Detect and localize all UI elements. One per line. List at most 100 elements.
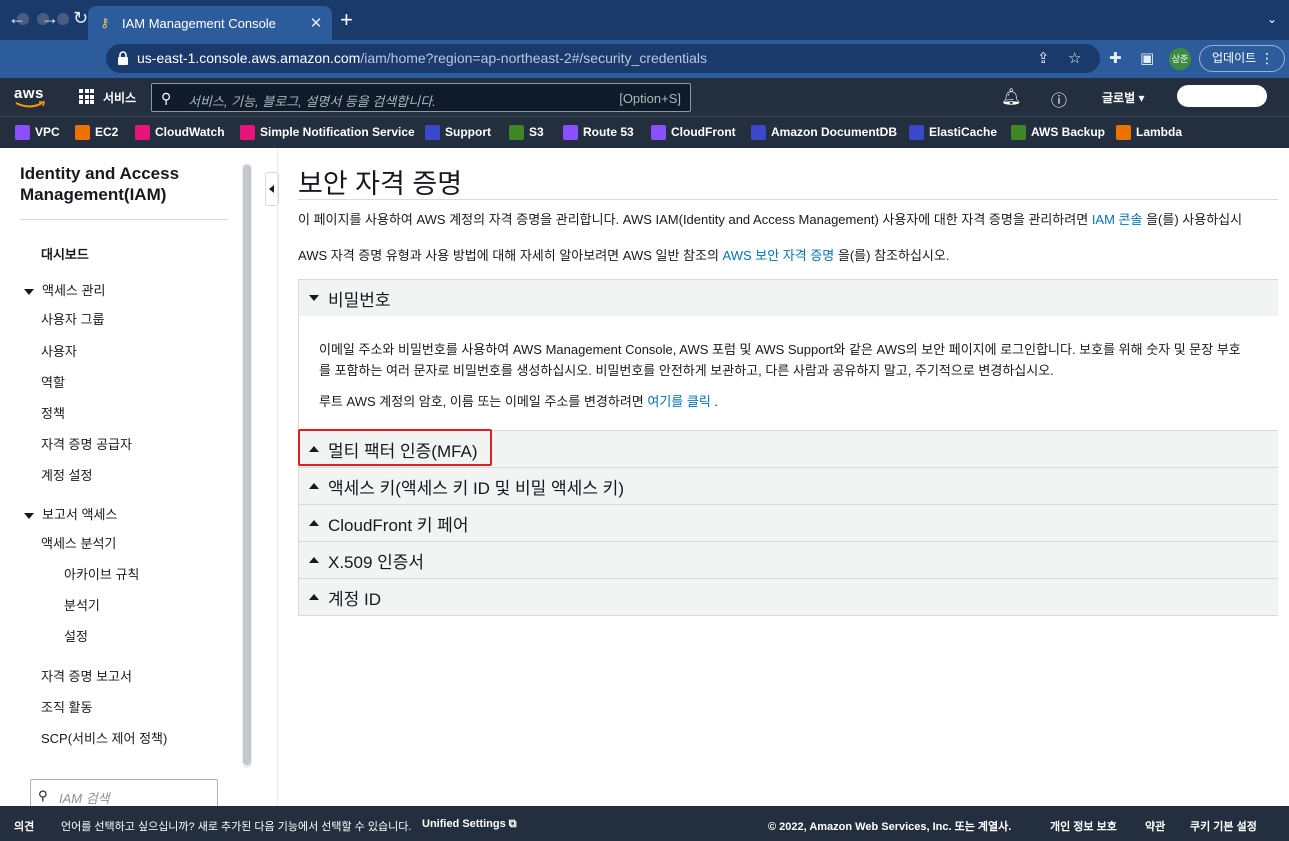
avatar[interactable]: 상준 xyxy=(1169,48,1191,70)
sidebar-item-account-settings[interactable]: 계정 설정 xyxy=(41,465,92,484)
favorite-elasticache[interactable]: ElastiCache xyxy=(909,123,997,141)
caret-right-icon xyxy=(309,557,319,563)
section-title: CloudFront 키 페어 xyxy=(328,515,469,535)
sidebar-scrollbar-thumb[interactable] xyxy=(243,165,251,765)
iam-search-input[interactable]: ⚲ IAM 검색 xyxy=(30,779,218,809)
new-tab-icon[interactable]: + xyxy=(340,9,353,31)
forward-arrow-icon[interactable]: → xyxy=(41,8,59,28)
cloudfront-keypairs-section-header[interactable]: CloudFront 키 페어 xyxy=(298,504,1278,542)
key-icon: ⚷ xyxy=(100,15,110,30)
sidebar-title: Identity and Access Management(IAM) xyxy=(20,164,180,204)
sidebar-item-settings[interactable]: 설정 xyxy=(64,626,88,645)
region-selector[interactable]: 글로벌 ▾ xyxy=(1102,89,1144,106)
favorite-support[interactable]: Support xyxy=(425,123,491,141)
favorite-route-53[interactable]: Route 53 xyxy=(563,123,634,141)
sidebar-item-dashboard[interactable]: 대시보드 xyxy=(41,244,89,263)
favorite-label: CloudWatch xyxy=(155,125,225,139)
sidepanel-icon[interactable]: ▣ xyxy=(1140,49,1154,67)
close-icon[interactable]: ✕ xyxy=(306,14,326,32)
title-divider xyxy=(298,199,1278,200)
service-icon xyxy=(240,124,255,140)
favorite-label: EC2 xyxy=(95,125,119,139)
reload-icon[interactable]: ↻ xyxy=(73,8,88,28)
caret-down-icon xyxy=(24,288,34,295)
favorite-aws-backup[interactable]: AWS Backup xyxy=(1011,123,1105,141)
update-label: 업데이트 xyxy=(1212,51,1257,65)
sidebar-item-roles[interactable]: 역할 xyxy=(41,372,65,391)
section-title: 액세스 키(액세스 키 ID 및 비밀 액세스 키) xyxy=(328,478,624,498)
region-label: 글로벌 xyxy=(1102,91,1136,105)
console-search-input[interactable]: ⚲ 서비스, 기능, 블로그, 설명서 등을 검색합니다. [Option+S] xyxy=(151,83,691,112)
cookie-preferences-link[interactable]: 쿠키 기본 설정 xyxy=(1190,818,1257,834)
share-icon[interactable]: ⇪ xyxy=(1037,49,1050,67)
url-text[interactable]: us-east-1.console.aws.amazon.com/iam/hom… xyxy=(137,50,707,66)
unified-settings-link[interactable]: Unified Settings ⧉ xyxy=(422,818,517,831)
search-icon: ⚲ xyxy=(161,90,172,106)
click-here-link[interactable]: 여기를 클릭 xyxy=(647,394,710,409)
service-icon xyxy=(651,124,666,140)
mfa-highlight-box xyxy=(298,429,492,466)
sidebar-item-user-groups[interactable]: 사용자 그룹 xyxy=(41,309,104,328)
service-icon xyxy=(509,124,524,140)
sidebar-item-policies[interactable]: 정책 xyxy=(41,403,65,422)
root-text: . xyxy=(710,394,719,409)
x509-section-header[interactable]: X.509 인증서 xyxy=(298,541,1278,579)
services-grid-icon[interactable] xyxy=(79,89,94,104)
caret-down-icon xyxy=(24,512,34,519)
favorite-cloudwatch[interactable]: CloudWatch xyxy=(135,123,225,141)
favorite-simple-notification-service[interactable]: Simple Notification Service xyxy=(240,123,415,141)
back-arrow-icon[interactable]: ← xyxy=(8,8,26,28)
sidebar-item-analyzers[interactable]: 분석기 xyxy=(64,595,100,614)
favorite-label: AWS Backup xyxy=(1031,125,1106,139)
bell-icon[interactable]: 🔔︎ xyxy=(1001,87,1021,107)
copyright: © 2022, Amazon Web Services, Inc. 또는 계열사… xyxy=(768,821,1012,833)
favorite-label: CloudFront xyxy=(671,125,736,139)
help-icon[interactable]: ⓘ xyxy=(1051,87,1067,111)
iam-search-placeholder: IAM 검색 xyxy=(59,791,110,806)
favorite-cloudfront[interactable]: CloudFront xyxy=(651,123,736,141)
sidebar xyxy=(0,148,256,806)
intro-text: 을(를) 사용하십시 xyxy=(1142,212,1243,227)
sidebar-item-scp[interactable]: SCP(서비스 제어 정책) xyxy=(41,728,167,747)
service-icon xyxy=(15,124,30,140)
root-account-change-text: 루트 AWS 계정의 암호, 이름 또는 이메일 주소를 변경하려면 여기를 클… xyxy=(319,391,718,410)
services-menu[interactable]: 서비스 xyxy=(103,89,136,106)
chevron-down-icon[interactable]: ⌄ xyxy=(1267,12,1277,26)
service-icon xyxy=(751,124,766,140)
update-button[interactable]: 업데이트 ⋮ xyxy=(1199,45,1285,72)
sidebar-item-identity-providers[interactable]: 자격 증명 공급자 xyxy=(41,434,132,453)
favorite-label: S3 xyxy=(529,125,544,139)
favorite-vpc[interactable]: VPC xyxy=(15,123,60,141)
favorite-ec2[interactable]: EC2 xyxy=(75,123,118,141)
page-title: 보안 자격 증명 xyxy=(298,169,463,199)
account-menu[interactable] xyxy=(1177,85,1267,107)
access-keys-section-header[interactable]: 액세스 키(액세스 키 ID 및 비밀 액세스 키) xyxy=(298,467,1278,505)
service-icon xyxy=(1116,124,1131,140)
favorite-amazon-documentdb[interactable]: Amazon DocumentDB xyxy=(751,123,897,141)
extensions-icon[interactable]: ✚ xyxy=(1109,49,1122,67)
sidebar-item-credential-report[interactable]: 자격 증명 보고서 xyxy=(41,666,132,685)
sidebar-item-users[interactable]: 사용자 xyxy=(41,341,77,360)
star-icon[interactable]: ☆ xyxy=(1068,49,1081,67)
section-label: 보고서 액세스 xyxy=(42,507,118,522)
browser-tab[interactable]: ⚷ IAM Management Console ✕ xyxy=(88,6,332,40)
sidebar-section-access-reports[interactable]: 보고서 액세스 xyxy=(24,504,117,523)
privacy-link[interactable]: 개인 정보 보호 xyxy=(1050,818,1117,834)
account-id-section-header[interactable]: 계정 ID xyxy=(298,578,1278,616)
favorite-lambda[interactable]: Lambda xyxy=(1116,123,1182,141)
sidebar-item-access-analyzer[interactable]: 액세스 분석기 xyxy=(41,533,116,552)
favorite-s3[interactable]: S3 xyxy=(509,123,544,141)
sidebar-item-organization-activity[interactable]: 조직 활동 xyxy=(41,697,92,716)
password-section-header[interactable]: 비밀번호 xyxy=(298,279,1278,317)
aws-security-credentials-link[interactable]: AWS 보안 자격 증명 xyxy=(723,248,835,263)
sidebar-section-access-management[interactable]: 액세스 관리 xyxy=(24,280,105,299)
intro-text: 이 페이지를 사용하여 AWS 계정의 자격 증명을 관리합니다. AWS IA… xyxy=(298,212,1092,227)
sidebar-item-archive-rules[interactable]: 아카이브 규칙 xyxy=(64,564,139,583)
feedback-link[interactable]: 의견 xyxy=(14,818,34,834)
iam-console-link[interactable]: IAM 콘솔 xyxy=(1092,212,1143,227)
terms-link[interactable]: 약관 xyxy=(1145,818,1165,834)
favorite-label: Simple Notification Service xyxy=(260,125,415,139)
intro-paragraph-2: AWS 자격 증명 유형과 사용 방법에 대해 자세히 알아보려면 AWS 일반… xyxy=(298,245,949,264)
favorite-label: Lambda xyxy=(1136,125,1183,139)
aws-logo[interactable]: aws xyxy=(14,85,44,102)
